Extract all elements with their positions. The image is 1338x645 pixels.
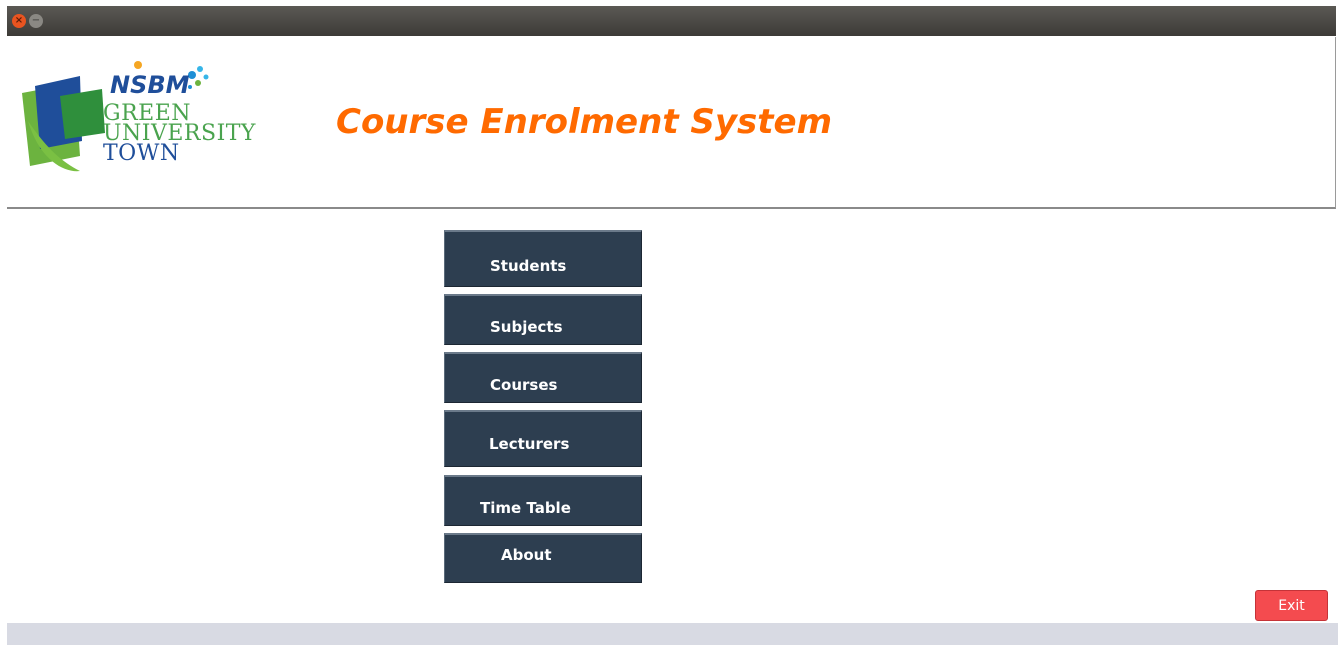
footer-bar xyxy=(7,623,1338,645)
about-button[interactable]: About xyxy=(444,533,642,583)
about-button-label: About xyxy=(501,546,552,564)
time-table-button-label: Time Table xyxy=(480,499,571,517)
subjects-button-label: Subjects xyxy=(490,318,563,336)
logo-line-town: TOWN xyxy=(103,141,180,166)
lecturers-button[interactable]: Lecturers xyxy=(444,410,642,467)
nsbm-logo: NSBM GREEN UNIVERSITY TOWN xyxy=(20,61,270,177)
window-titlebar: × − xyxy=(7,6,1336,36)
subjects-button[interactable]: Subjects xyxy=(444,294,642,345)
header-panel: NSBM GREEN UNIVERSITY TOWN Course Enrolm… xyxy=(7,37,1336,209)
minimize-icon[interactable]: − xyxy=(29,14,43,28)
close-icon[interactable]: × xyxy=(12,14,26,28)
courses-button-label: Courses xyxy=(490,376,558,394)
courses-button[interactable]: Courses xyxy=(444,352,642,403)
students-button-label: Students xyxy=(490,257,567,275)
logo-brand-text: NSBM xyxy=(110,71,190,99)
exit-button[interactable]: Exit xyxy=(1255,590,1328,621)
lecturers-button-label: Lecturers xyxy=(489,435,570,453)
students-button[interactable]: Students xyxy=(444,230,642,287)
time-table-button[interactable]: Time Table xyxy=(444,475,642,526)
app-title: Course Enrolment System xyxy=(336,102,833,142)
